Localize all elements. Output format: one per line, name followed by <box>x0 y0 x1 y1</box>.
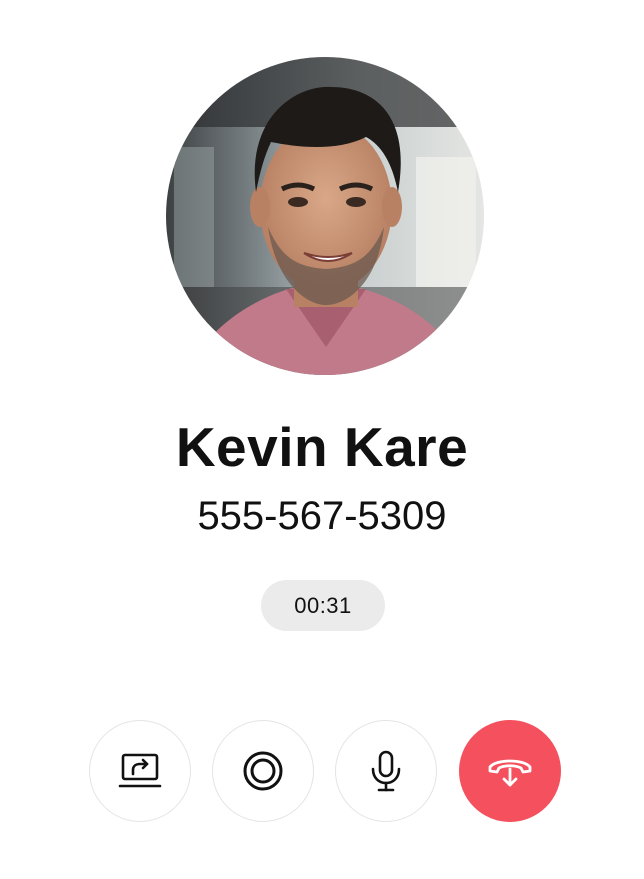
caller-phone-number: 555-567-5309 <box>197 494 447 538</box>
mute-button[interactable] <box>335 720 437 822</box>
end-call-button[interactable] <box>459 720 561 822</box>
end-call-icon <box>484 745 536 797</box>
screen-share-icon <box>116 747 164 795</box>
call-timer: 00:31 <box>261 580 385 631</box>
microphone-icon <box>362 747 410 795</box>
caller-name: Kevin Kare <box>175 416 469 478</box>
screen-share-button[interactable] <box>89 720 191 822</box>
record-icon <box>239 747 287 795</box>
caller-avatar <box>166 57 484 375</box>
caller-photo <box>166 57 484 375</box>
record-button[interactable] <box>212 720 314 822</box>
call-controls <box>89 720 561 822</box>
